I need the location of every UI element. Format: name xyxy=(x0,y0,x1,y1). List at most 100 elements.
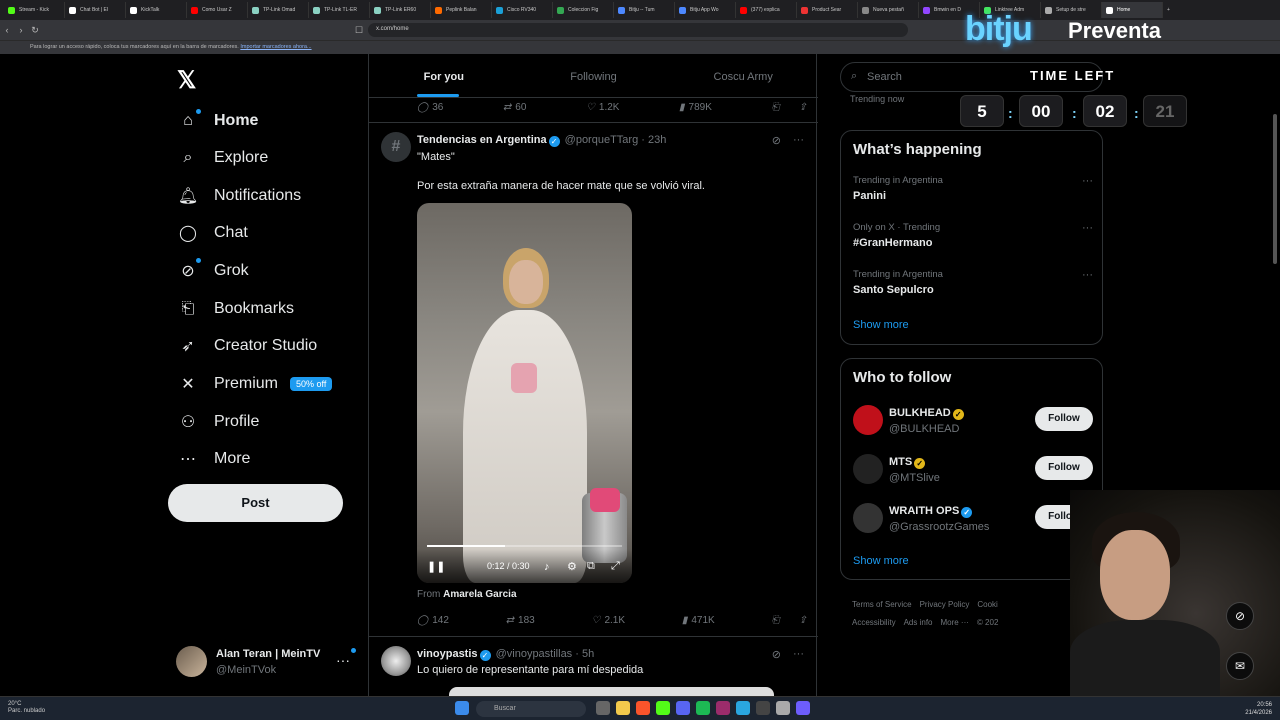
grok-icon[interactable]: ⊘ xyxy=(772,648,781,661)
browser-tab[interactable]: Nueva pestañ xyxy=(858,2,919,18)
browser-tab[interactable]: KickTalk xyxy=(126,2,187,18)
chat-icon[interactable]: ✉ xyxy=(1226,652,1254,680)
share-icon[interactable]: ⇪ xyxy=(799,102,807,113)
like-button[interactable]: ♡ 1.2K xyxy=(586,100,620,114)
steam-icon[interactable] xyxy=(756,701,770,715)
footer-link[interactable]: Privacy Policy xyxy=(920,600,970,609)
sidebar-item-chat[interactable]: ◯ Chat xyxy=(178,218,248,248)
browser-tab[interactable]: TP-Link Omad xyxy=(248,2,309,18)
sidebar-item-profile[interactable]: ⚇ Profile xyxy=(178,407,260,437)
sidebar-item-more[interactable]: ⋯ More xyxy=(178,444,250,474)
tab-for-you[interactable]: For you xyxy=(369,54,519,97)
avatar[interactable] xyxy=(853,503,883,533)
sidebar-item-grok[interactable]: ⊘ Grok xyxy=(178,256,248,286)
back-icon[interactable]: ‹ xyxy=(0,25,14,35)
share-icon[interactable]: ⇪ xyxy=(799,615,807,626)
task-view-icon[interactable] xyxy=(596,701,610,715)
browser-tab[interactable]: Product Sear xyxy=(797,2,858,18)
trend-item[interactable]: Trending in Argentina Santo Sepulcro ··· xyxy=(853,269,1093,296)
import-bookmarks-link[interactable]: Importar marcadores ahora... xyxy=(240,44,311,50)
obs-icon[interactable] xyxy=(656,701,670,715)
bookmark-icon[interactable]: ⎗ xyxy=(771,102,779,113)
sidebar-item-premium[interactable]: ✕ Premium 50% off xyxy=(178,369,333,399)
more-icon[interactable]: ··· xyxy=(1082,222,1093,234)
more-icon[interactable]: ··· xyxy=(1082,269,1093,281)
tweet-handle[interactable]: @vinoypastillas xyxy=(496,648,573,660)
views-button[interactable]: ▮ 789K xyxy=(679,100,712,114)
app-icon[interactable] xyxy=(776,701,790,715)
grok-icon[interactable]: ⊘ xyxy=(772,134,781,147)
file-explorer-icon[interactable] xyxy=(616,701,630,715)
x-app-icon[interactable] xyxy=(716,701,730,715)
pip-icon[interactable]: ⧉ xyxy=(587,560,595,573)
browser-tab[interactable]: Bitju -- Tum xyxy=(614,2,675,18)
avatar[interactable] xyxy=(853,454,883,484)
tweet-video[interactable]: ❚❚ 0:12 / 0:30 ♪ ⚙ ⧉ ⤢ xyxy=(417,203,632,583)
taskbar-search[interactable]: Buscar xyxy=(476,701,586,717)
sidebar-item-explore[interactable]: ⌕ Explore xyxy=(178,143,269,173)
follow-suggestion[interactable]: MTS ✓ @MTSlive Follow xyxy=(853,454,1093,490)
account-switcher[interactable]: Alan Teran | MeinTV @MeinTVok ··· xyxy=(176,644,356,684)
bookmark-star-icon[interactable]: ☐ xyxy=(352,25,366,36)
show-more-link[interactable]: Show more xyxy=(853,555,909,567)
more-icon[interactable]: ··· xyxy=(336,652,350,668)
avatar[interactable] xyxy=(381,646,411,676)
from-name[interactable]: Amarela Garcia xyxy=(443,589,516,600)
settings-icon[interactable]: ⚙ xyxy=(567,560,577,573)
tab-following[interactable]: Following xyxy=(519,54,669,97)
follow-button[interactable]: Follow xyxy=(1035,456,1093,480)
url-field[interactable]: x.com/home xyxy=(368,23,908,37)
brave-icon[interactable] xyxy=(636,701,650,715)
reload-icon[interactable]: ↻ xyxy=(28,25,42,36)
follow-suggestion[interactable]: BULKHEAD ✓ @BULKHEAD Follow xyxy=(853,405,1093,441)
discord-icon[interactable] xyxy=(676,701,690,715)
browser-tab[interactable]: Bitju App Wo xyxy=(675,2,736,18)
browser-tab[interactable]: Coleccion Fig xyxy=(553,2,614,18)
tweet-media-preview[interactable] xyxy=(449,687,774,696)
grok-icon[interactable]: ⊘ xyxy=(1226,602,1254,630)
app-icon[interactable] xyxy=(796,701,810,715)
footer-link[interactable]: Ads info xyxy=(904,618,933,627)
browser-tab[interactable]: Como Usar Z xyxy=(187,2,248,18)
post-button[interactable]: Post xyxy=(168,484,343,522)
weather-widget[interactable]: 20°C Parc. nublado xyxy=(8,701,45,715)
pause-icon[interactable]: ❚❚ xyxy=(427,560,445,573)
views-button[interactable]: ▮ 471K xyxy=(682,613,715,627)
tweet-handle[interactable]: @porqueTTarg xyxy=(565,134,639,146)
sidebar-item-bookmarks[interactable]: ⎗ Bookmarks xyxy=(178,294,294,324)
reply-button[interactable]: ◯ 142 xyxy=(417,613,449,627)
forward-icon[interactable]: › xyxy=(14,25,28,35)
browser-tab[interactable]: Chat Bot | El xyxy=(65,2,126,18)
fullscreen-icon[interactable]: ⤢ xyxy=(611,560,620,573)
sidebar-item-creator-studio[interactable]: ➶ Creator Studio xyxy=(178,331,317,361)
spotify-icon[interactable] xyxy=(696,701,710,715)
footer-link[interactable]: Accessibility xyxy=(852,618,896,627)
avatar[interactable] xyxy=(853,405,883,435)
retweet-button[interactable]: ⇄ 60 xyxy=(503,100,527,114)
browser-tab[interactable]: Stream - Kick xyxy=(4,2,65,18)
browser-tab[interactable]: Peplink Balan xyxy=(431,2,492,18)
x-logo-icon[interactable]: 𝕏 xyxy=(177,66,196,95)
tweet-time[interactable]: 5h xyxy=(582,648,594,660)
sidebar-item-home[interactable]: ⌂ Home xyxy=(178,106,258,136)
reply-button[interactable]: ◯ 36 xyxy=(417,100,443,114)
sidebar-item-notifications[interactable]: 🔔︎ Notifications xyxy=(178,181,301,211)
browser-tab[interactable]: TP-Link ER60 xyxy=(370,2,431,18)
system-clock[interactable]: 20:56 21/4/2026 xyxy=(1245,701,1272,717)
follow-suggestion[interactable]: WRAITH OPS ✓ @GrassrootzGames Follow xyxy=(853,503,1093,539)
notepad-icon[interactable] xyxy=(736,701,750,715)
video-progress-bar[interactable] xyxy=(427,545,622,547)
footer-link[interactable]: © 202 xyxy=(977,618,998,627)
more-icon[interactable]: ··· xyxy=(1082,175,1093,187)
footer-link[interactable]: Cooki xyxy=(977,600,997,609)
show-more-link[interactable]: Show more xyxy=(853,319,909,331)
footer-link[interactable]: More ··· xyxy=(940,618,968,627)
follow-button[interactable]: Follow xyxy=(1035,407,1093,431)
browser-tab[interactable]: TP-Link TL-ER xyxy=(309,2,370,18)
windows-start-icon[interactable] xyxy=(455,701,469,715)
tweet-author[interactable]: Tendencias en Argentina xyxy=(417,134,547,146)
like-button[interactable]: ♡ 2.1K xyxy=(592,613,626,627)
volume-icon[interactable]: ♪ xyxy=(544,561,550,573)
scrollbar[interactable] xyxy=(1273,114,1277,264)
tweet-time[interactable]: 23h xyxy=(648,134,666,146)
